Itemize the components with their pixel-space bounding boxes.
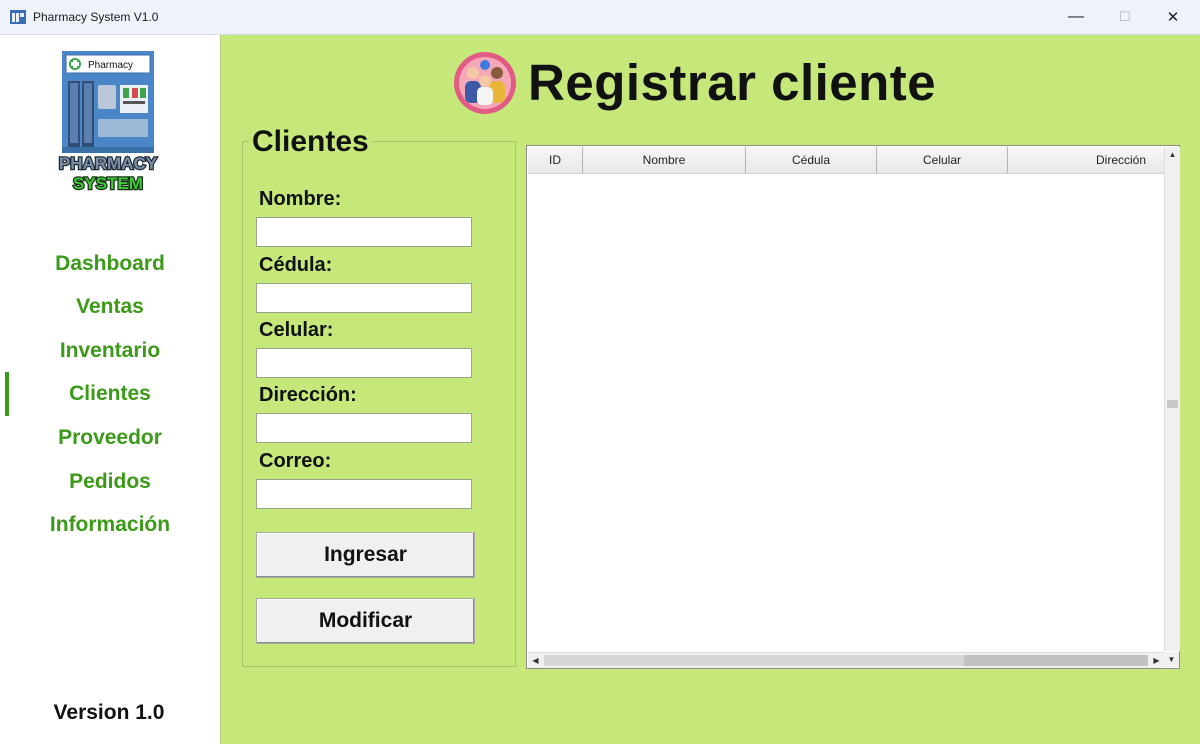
svg-text:PHARMACY: PHARMACY bbox=[59, 154, 158, 173]
form-group-title: Clientes bbox=[249, 125, 372, 159]
column-header-cedula[interactable]: Cédula bbox=[746, 147, 877, 173]
page-title: Registrar cliente bbox=[528, 54, 937, 111]
minimize-button[interactable]: — bbox=[1051, 0, 1101, 34]
sidebar-item-dashboard[interactable]: Dashboard bbox=[0, 249, 220, 279]
app-icon bbox=[10, 10, 26, 24]
column-header-direccion[interactable]: Dirección bbox=[1008, 147, 1164, 173]
version-label: Version 1.0 bbox=[53, 701, 165, 724]
people-group-icon bbox=[454, 52, 516, 114]
window-titlebar: Pharmacy System V1.0 — ☐ ✕ bbox=[0, 0, 1200, 35]
horizontal-scroll-track bbox=[964, 655, 1148, 666]
sidebar: Pharmacy PHARMACY SYSTEM Dashboard Venta… bbox=[0, 35, 220, 744]
svg-text:Pharmacy: Pharmacy bbox=[88, 60, 133, 71]
scroll-grip bbox=[1167, 400, 1178, 408]
column-header-celular[interactable]: Celular bbox=[877, 147, 1008, 173]
horizontal-scrollbar[interactable]: ◀ ▶ bbox=[528, 652, 1164, 668]
correo-label: Correo: bbox=[259, 450, 332, 472]
horizontal-scroll-thumb[interactable] bbox=[544, 655, 964, 666]
nombre-label: Nombre: bbox=[259, 188, 342, 210]
table-header: ID Nombre Cédula Celular Dirección bbox=[528, 147, 1164, 174]
sidebar-item-inventario[interactable]: Inventario bbox=[0, 336, 220, 366]
correo-input[interactable] bbox=[256, 479, 472, 509]
modificar-button[interactable]: Modificar bbox=[256, 598, 475, 644]
scroll-down-icon[interactable]: ▼ bbox=[1164, 652, 1179, 667]
clientes-table[interactable]: ID Nombre Cédula Celular Dirección ▲ ◀ ▶… bbox=[526, 145, 1180, 669]
sidebar-item-proveedor[interactable]: Proveedor bbox=[0, 423, 220, 453]
direccion-label: Dirección: bbox=[259, 384, 357, 406]
celular-input[interactable] bbox=[256, 348, 472, 378]
cedula-label: Cédula: bbox=[259, 254, 333, 276]
main-panel: Registrar cliente Clientes Nombre: Cédul… bbox=[220, 35, 1200, 744]
direccion-input[interactable] bbox=[256, 413, 472, 443]
scroll-up-icon[interactable]: ▲ bbox=[1165, 147, 1180, 162]
maximize-button[interactable]: ☐ bbox=[1100, 0, 1150, 34]
close-button[interactable]: ✕ bbox=[1148, 0, 1198, 34]
sidebar-item-ventas[interactable]: Ventas bbox=[0, 292, 220, 322]
scroll-left-icon[interactable]: ◀ bbox=[528, 653, 543, 668]
sidebar-item-informacion[interactable]: Información bbox=[0, 510, 220, 540]
ingresar-button[interactable]: Ingresar bbox=[256, 532, 475, 578]
svg-text:SYSTEM: SYSTEM bbox=[73, 174, 143, 191]
nombre-input[interactable] bbox=[256, 217, 472, 247]
sidebar-item-pedidos[interactable]: Pedidos bbox=[0, 467, 220, 497]
window-title: Pharmacy System V1.0 bbox=[33, 10, 159, 24]
pharmacy-logo: Pharmacy PHARMACY SYSTEM bbox=[58, 51, 159, 191]
column-header-nombre[interactable]: Nombre bbox=[583, 147, 746, 173]
cedula-input[interactable] bbox=[256, 283, 472, 313]
sidebar-item-clientes[interactable]: Clientes bbox=[0, 379, 220, 409]
scroll-right-icon[interactable]: ▶ bbox=[1149, 653, 1164, 668]
celular-label: Celular: bbox=[259, 319, 334, 341]
vertical-scrollbar[interactable]: ▲ bbox=[1164, 147, 1180, 651]
column-header-id[interactable]: ID bbox=[528, 147, 583, 173]
